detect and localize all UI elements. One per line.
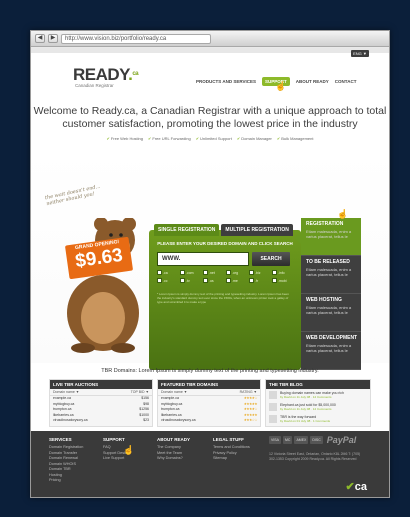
tbr-blog-section: THE TBR BLOG Buying domain names can mak… [265,379,371,427]
tld-option[interactable]: .ca [157,270,179,275]
checkbox-icon[interactable] [249,278,254,283]
tld-checkboxes: .ca .com .net .org .biz .info .cc .tv .u… [157,270,294,283]
tbr-description: TBR Domains: Lorem Ipsum is simply dummy… [101,368,319,374]
footer-link[interactable]: Terms and Conditions [213,445,250,451]
checkbox-icon[interactable] [157,278,162,283]
site-footer: SERVICES Domain Registration Domain Tran… [31,431,389,497]
tld-option[interactable]: .us [203,278,225,283]
table-row[interactable]: virusdinosatorysory.ca ★★★☆☆ [158,418,260,424]
feature-list: Free Web Hosting Free URL Forwarding Unl… [31,136,389,141]
domain-search-input[interactable]: WWW. [157,252,249,266]
blog-thumbnail [269,415,277,423]
nav-contact[interactable]: CONTACT [335,79,357,84]
checkmark-icon: ✔ [345,481,355,493]
tld-option[interactable]: .net [203,270,225,275]
feature-item: Free URL Forwarding [148,136,190,141]
rating-stars-icon: ★★★☆☆ [243,418,258,422]
tld-option[interactable]: .mobi [272,278,294,283]
checkbox-icon[interactable] [249,270,254,275]
visa-logo-icon: VISA [269,436,281,444]
side-item-web-development[interactable]: WEB DEVELOPMENT Etiam malesuada, enim a … [301,332,361,370]
pointer-cursor-icon: ☝ [275,81,287,91]
tld-option[interactable]: .me [226,278,248,283]
address-bar[interactable]: http://www.vision.biz/portfolio/ready.ca [61,33,211,44]
side-item-registration[interactable]: REGISTRATION Etiam malesuada, enim a var… [294,218,361,256]
ready-logo[interactable]: READY.ca Canadian Registrar [73,66,139,88]
domain-search-panel: SINGLE REGISTRATION MULTIPLE REGISTRATIO… [149,224,301,370]
footer-link[interactable]: Pricing [49,478,83,484]
sort-rating[interactable]: RATING ▼ [240,390,257,394]
tld-option[interactable]: .org [226,270,248,275]
discover-logo-icon: DISC [310,436,323,444]
feature-item: Unlimited Support [196,136,232,141]
amex-logo-icon: AMEX [294,436,309,444]
page-content: ENG ▼ READY.ca Canadian Registrar PRODUC… [31,48,389,497]
search-button[interactable]: SEARCH [252,252,290,266]
side-item-web-hosting[interactable]: WEB HOSTING Etiam malesuada, enim a vari… [301,294,361,332]
forward-button[interactable]: ▶ [48,34,58,43]
sort-top-bid[interactable]: TOP BID ▼ [131,390,149,394]
page-headline: Welcome to Ready.ca, a Canadian Registra… [33,105,387,130]
hand-cursor-icon: ☝ [337,209,349,219]
footer-about: ABOUT READY The Company Meet the Team Wh… [157,437,191,462]
side-item-to-be-released[interactable]: TO BE RELEASED Etiam malesuada, enim a v… [301,256,361,294]
registration-tabs: SINGLE REGISTRATION MULTIPLE REGISTRATIO… [154,224,293,236]
sort-domain-name[interactable]: Domain name ▼ [53,390,79,394]
hero-section: the wait doesn't end... neither should y… [31,148,389,370]
tab-multiple-registration[interactable]: MULTIPLE REGISTRATION [221,224,293,236]
nav-about[interactable]: ABOUT READY [296,79,329,84]
tld-option[interactable]: .cc [157,278,179,283]
top-strip [31,48,389,53]
blog-item[interactable]: Elephant.ca just sold for $5,000,000 by D… [266,401,370,413]
blog-thumbnail [269,391,277,399]
footer-ca-logo: ✔ca [345,481,367,493]
nav-products[interactable]: PRODUCTS AND SERVICES [196,79,256,84]
feature-item: Domain Manager [237,136,272,141]
footer-address: 12 Victoria Street East, Ontarian, Ontar… [269,452,361,461]
featured-domains-section: FEATURED TBR DOMAINS Domain name ▼ RATING… [157,379,261,427]
checkbox-icon[interactable] [272,278,277,283]
hero-tagline: the wait doesn't end... neither should y… [44,183,101,208]
checkbox-icon[interactable] [180,270,185,275]
footer-legal: LEGAL STUFF Terms and Conditions Privacy… [213,437,250,462]
checkbox-icon[interactable] [203,270,208,275]
tld-option[interactable]: .biz [249,270,271,275]
blog-item[interactable]: TBR is the way forward by David on 01 Jul… [266,413,370,425]
paypal-logo-icon: PayPal [326,435,357,445]
tld-option[interactable]: .fr [249,278,271,283]
tab-single-registration[interactable]: SINGLE REGISTRATION [154,224,220,236]
feature-item: Bulk Management [277,136,313,141]
mastercard-logo-icon: MC [282,436,293,444]
blog-item[interactable]: Buying domain names can make you rich by … [266,389,370,401]
fine-print: * Lorem Ipsum is simply dummy text of th… [157,292,289,304]
tld-option[interactable]: .com [180,270,202,275]
checkbox-icon[interactable] [226,270,231,275]
checkbox-icon[interactable] [203,278,208,283]
services-side-panel: REGISTRATION Etiam malesuada, enim a var… [294,218,361,370]
blog-thumbnail [269,403,277,411]
table-row[interactable]: virusdinosatorysory.ca $23 [50,418,152,424]
live-auctions-section: LIVE TBR AUCTIONS Domain name ▼ TOP BID ▼… [49,379,153,427]
footer-link[interactable]: Sitemap [213,456,250,462]
feature-item: Free Web Hosting [106,136,143,141]
footer-link[interactable]: Live Support [103,456,126,462]
back-button[interactable]: ◀ [35,34,45,43]
search-prompt: PLEASE ENTER YOUR DESIRED DOMAIN AND CLI… [157,241,293,246]
checkbox-icon[interactable] [157,270,162,275]
checkbox-icon[interactable] [272,270,277,275]
checkbox-icon[interactable] [226,278,231,283]
language-selector[interactable]: ENG ▼ [351,50,369,57]
hand-cursor-icon: ☝ [123,445,135,455]
tld-option[interactable]: .tv [180,278,202,283]
browser-window: ◀ ▶ http://www.vision.biz/portfolio/read… [30,30,390,498]
footer-link[interactable]: Domain Registration [49,445,83,451]
bear-mascot-illustration [67,218,139,353]
sort-domain-name[interactable]: Domain name ▼ [161,390,187,394]
footer-services: SERVICES Domain Registration Domain Tran… [49,437,84,484]
checkbox-icon[interactable] [180,278,185,283]
footer-link[interactable]: Why Domains? [157,456,190,462]
payment-logos: VISA MC AMEX DISC PayPal [269,435,358,445]
browser-toolbar: ◀ ▶ http://www.vision.biz/portfolio/read… [31,31,389,47]
tld-option[interactable]: .info [272,270,294,275]
